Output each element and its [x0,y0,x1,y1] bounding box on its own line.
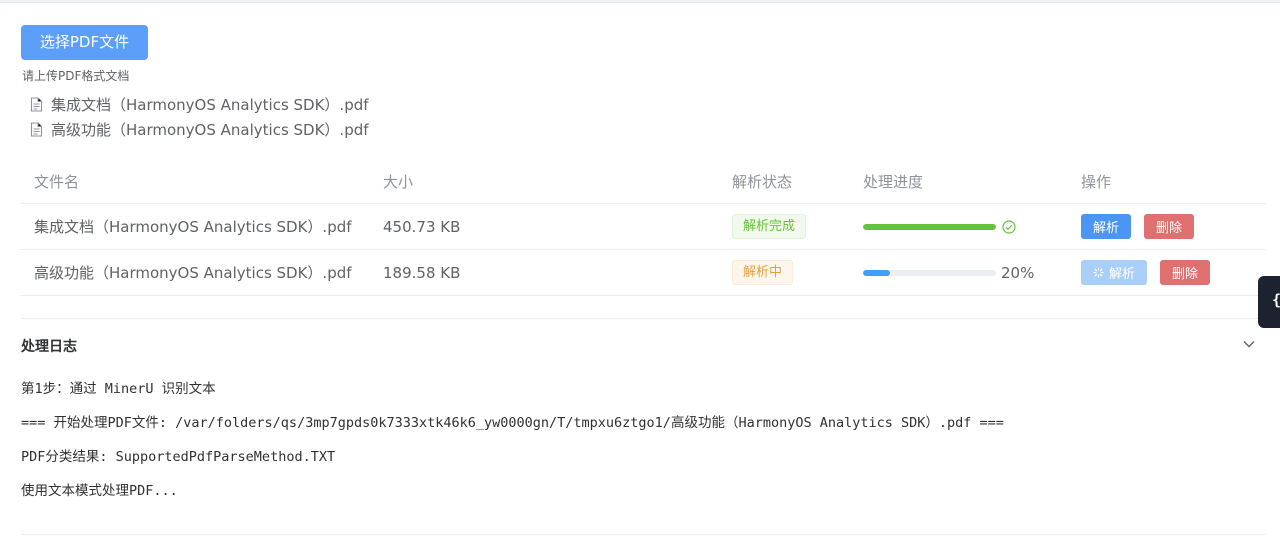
row-file-size: 450.73 KB [383,217,461,236]
file-table: 文件名 大小 解析状态 处理进度 操作 集成文档（HarmonyOS Analy… [20,160,1266,296]
parse-button[interactable]: 解析 [1081,214,1132,239]
progress-bar [863,223,996,230]
header-size: 大小 [383,173,414,191]
section-divider [21,534,1266,535]
progress-cell [849,219,1067,234]
chevron-down-icon[interactable] [1242,339,1256,349]
header-file-name: 文件名 [34,173,80,191]
status-badge: 解析完成 [732,214,807,239]
log-section-title[interactable]: 处理日志 [21,336,77,356]
loading-icon [1093,267,1104,278]
progress-cell: 20% [849,264,1067,282]
log-line: 第1步：通过 MinerU 识别文本 [21,381,216,397]
header-progress: 处理进度 [863,173,924,191]
section-divider [21,318,1266,319]
file-name: 高级功能（HarmonyOS Analytics SDK）.pdf [51,121,369,139]
parse-button-label: 解析 [1109,267,1136,282]
delete-button[interactable]: 删除 [1160,260,1211,285]
table-header: 文件名 大小 解析状态 处理进度 操作 [20,160,1266,204]
file-list-item[interactable]: 集成文档（HarmonyOS Analytics SDK）.pdf [30,92,369,117]
file-list-item[interactable]: 高级功能（HarmonyOS Analytics SDK）.pdf [30,117,369,142]
row-file-name: 高级功能（HarmonyOS Analytics SDK）.pdf [34,264,352,282]
side-panel-tab[interactable]: {} [1258,276,1280,328]
log-line: 使用文本模式处理PDF... [21,483,178,499]
table-row: 高级功能（HarmonyOS Analytics SDK）.pdf 189.58… [20,250,1266,296]
progress-bar [863,269,996,276]
upload-tip: 请上传PDF格式文档 [22,69,130,83]
log-line: === 开始处理PDF文件: /var/folders/qs/3mp7gpds0… [21,415,1004,431]
document-icon [30,122,43,137]
check-circle-icon [1002,219,1016,234]
status-badge: 解析中 [732,260,794,285]
log-line: PDF分类结果: SupportedPdfParseMethod.TXT [21,449,336,465]
header-actions: 操作 [1081,173,1112,191]
parse-button[interactable]: 解析 [1081,260,1148,285]
table-row: 集成文档（HarmonyOS Analytics SDK）.pdf 450.73… [20,204,1266,250]
top-border [0,0,1280,3]
uploaded-file-list: 集成文档（HarmonyOS Analytics SDK）.pdf 高级功能（H… [30,92,369,142]
progress-fill [863,223,996,230]
row-file-name: 集成文档（HarmonyOS Analytics SDK）.pdf [34,218,352,236]
progress-fill [863,269,890,276]
progress-percent: 20% [1001,263,1035,282]
log-content: 第1步：通过 MinerU 识别文本 === 开始处理PDF文件: /var/f… [21,380,1004,516]
document-icon [30,97,43,112]
select-pdf-button[interactable]: 选择PDF文件 [21,25,148,60]
delete-button[interactable]: 删除 [1144,214,1195,239]
file-name: 集成文档（HarmonyOS Analytics SDK）.pdf [51,96,369,114]
row-file-size: 189.58 KB [383,263,461,282]
header-status: 解析状态 [732,173,793,191]
